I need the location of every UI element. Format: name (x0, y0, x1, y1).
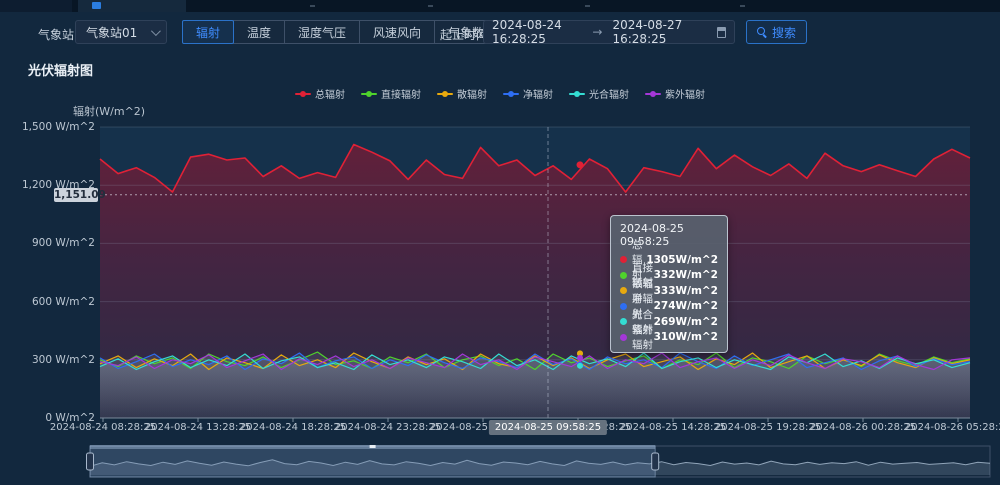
app-root: 气象站 气象站01 辐射温度湿度气压风速风向气象数据总览 起止时间 2024-0… (0, 0, 1000, 485)
axis-pointer-label: 2024-08-25 09:58:25 (489, 420, 607, 435)
tooltip-series-value: 333W/m^2 (654, 285, 718, 297)
series-color-dot (620, 287, 627, 294)
tooltip-rows: 总辐射1305W/m^2直接辐射332W/m^2散辐射333W/m^2净辐射27… (620, 252, 718, 345)
tooltip-series-value: 310W/m^2 (654, 331, 718, 343)
chart-tooltip: 2024-08-25 09:58:25 总辐射1305W/m^2直接辐射332W… (610, 215, 728, 353)
tooltip-row: 紫外辐射310W/m^2 (620, 330, 718, 346)
tooltip-series-value: 269W/m^2 (654, 316, 718, 328)
tooltip-series-name: 紫外辐射 (632, 322, 654, 352)
series-color-dot (620, 318, 627, 325)
datazoom-slider[interactable] (0, 0, 1000, 485)
datazoom-left-handle[interactable] (87, 453, 94, 470)
tooltip-series-value: 332W/m^2 (654, 269, 718, 281)
markline-value-badge: 1,151.09 (54, 188, 98, 202)
datazoom-right-handle[interactable] (652, 453, 659, 470)
series-color-dot (620, 256, 627, 263)
tooltip-series-value: 1305W/m^2 (646, 254, 718, 266)
series-color-dot (620, 303, 627, 310)
series-color-dot (620, 334, 627, 341)
tooltip-series-value: 274W/m^2 (654, 300, 718, 312)
tab-辐射[interactable]: 辐射 (182, 20, 234, 44)
series-color-dot (620, 272, 627, 279)
datazoom-selected-window[interactable] (90, 446, 655, 477)
